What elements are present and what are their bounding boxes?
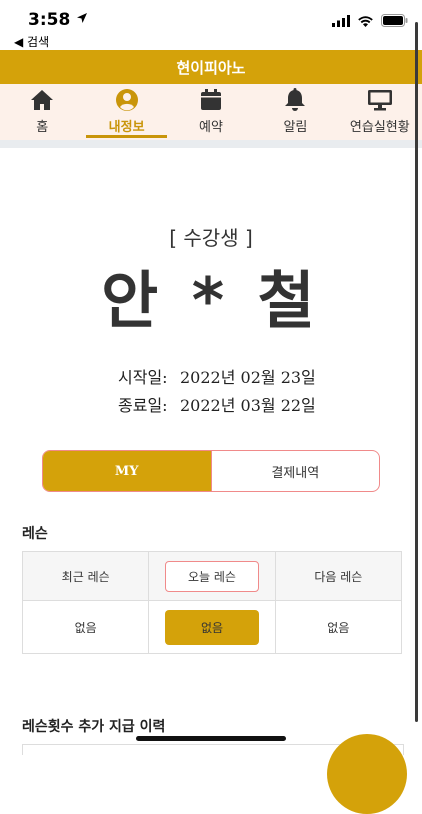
history-section-title: 레슨횟수 추가 지급 이력 [22,719,166,735]
scrollbar[interactable] [415,22,418,722]
today-lesson-header-cell: 오늘 레슨 [148,551,276,601]
recent-lesson-header: 최근 레슨 [21,551,150,601]
end-date-label: 종료일: [118,396,168,415]
app-header: 현이피아노 [0,50,422,84]
tab-my[interactable]: MY [43,451,212,491]
nav-item-home[interactable]: 홈 [0,84,84,140]
nav-item-label: 예약 [199,120,223,135]
status-icons [332,14,408,27]
home-indicator [136,736,286,741]
end-date-row: 종료일: 2022년 03월 22일 [118,390,316,418]
nav-item-alerts[interactable]: 알림 [253,84,337,140]
tab-payment-history[interactable]: 결제내역 [212,451,380,491]
table-row: 없음 없음 없음 [21,600,403,654]
battery-icon [381,14,408,27]
lesson-section-title: 레슨 [22,526,48,542]
nav-item-my-info[interactable]: 내정보 [84,84,168,140]
clock: 3:58 [28,10,71,30]
status-bar: 3:58 ◀ 검색 [0,0,422,50]
start-date-value: 2022년 02월 23일 [180,368,316,387]
back-to-search-link[interactable]: ◀ 검색 [14,33,49,50]
wifi-icon [358,15,373,27]
start-date-row: 시작일: 2022년 02월 23일 [118,362,316,390]
nav-item-reservation[interactable]: 예약 [169,84,253,140]
nav-item-label: 홈 [36,120,49,135]
cellular-signal-icon [332,14,350,27]
today-lesson-value-cell: 없음 [148,600,276,654]
start-date-label: 시작일: [118,368,168,387]
end-date-value: 2022년 03월 22일 [180,396,316,415]
nav-item-practice-room[interactable]: 연습실현황 [338,84,422,140]
next-lesson-value: 없음 [274,600,403,654]
nav-item-label: 알림 [283,120,308,135]
nav-item-label: 내정보 [108,120,145,135]
main-nav: 홈 내정보 예약 알림 연습실현황 [0,84,422,140]
table-row: 최근 레슨 오늘 레슨 다음 레슨 [21,551,403,601]
member-name: 안 * 철 [101,264,321,337]
membership-dates: 시작일: 2022년 02월 23일 종료일: 2022년 03월 22일 [118,362,316,418]
calendar-icon [200,88,222,112]
app-title: 현이피아노 [176,58,246,77]
info-tabs: MY 결제내역 [42,450,380,492]
home-icon [30,88,54,112]
today-lesson-value[interactable]: 없음 [164,609,260,645]
member-role: [ 수강생 ] [169,226,253,250]
today-lesson-header[interactable]: 오늘 레슨 [165,560,259,592]
monitor-icon [367,88,393,112]
user-circle-icon [115,88,139,112]
nav-item-label: 연습실현황 [349,120,410,135]
next-lesson-header: 다음 레슨 [274,551,403,601]
floating-action-button[interactable] [327,734,407,814]
nav-divider [0,140,422,148]
bell-icon [284,88,306,112]
location-arrow-icon [77,13,87,23]
lesson-table: 최근 레슨 오늘 레슨 다음 레슨 없음 없음 없음 [21,551,403,654]
recent-lesson-value: 없음 [21,600,150,654]
